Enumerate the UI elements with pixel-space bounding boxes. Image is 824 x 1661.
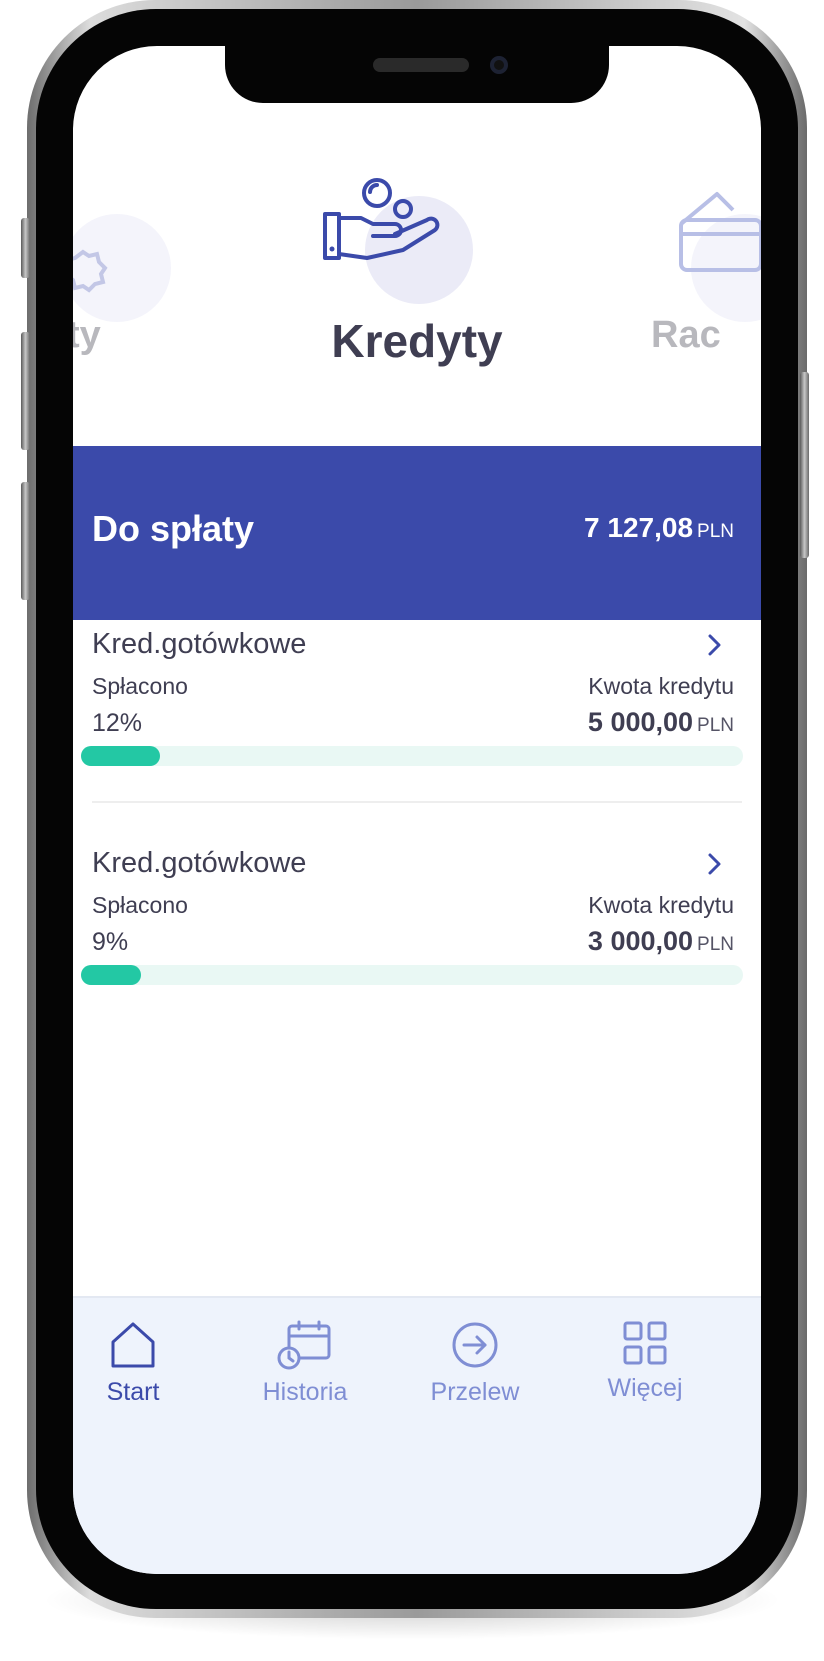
front-camera <box>490 56 508 74</box>
amount-due-number: 7 127,08 <box>584 512 694 543</box>
hand-coins-icon[interactable] <box>323 178 453 268</box>
chevron-right-icon[interactable] <box>705 851 725 877</box>
chevron-right-icon[interactable] <box>705 632 725 658</box>
credit-amount-value: 3 000,00 PLN <box>588 926 734 957</box>
loan-item[interactable]: Kred.gotówkowe Spłacono 12% Kwota kredyt… <box>73 620 761 820</box>
credit-amount-value: 5 000,00 PLN <box>588 707 734 738</box>
category-carousel[interactable]: ty Kredyty Rac <box>73 46 761 446</box>
amount-due-banner: Do spłaty 7 127,08 PLN <box>73 446 761 620</box>
repayment-progress-fill <box>81 746 161 766</box>
tab-more[interactable]: Więcej <box>575 1320 715 1430</box>
amount-due-currency: PLN <box>697 521 734 542</box>
paid-percent: 9% <box>92 928 129 956</box>
amount-due-value: 7 127,08 PLN <box>584 512 734 544</box>
credit-amount-number: 3 000,00 <box>587 926 694 956</box>
phone-notch <box>225 46 609 103</box>
right-card-label[interactable]: Rac <box>651 314 721 357</box>
repayment-progress-fill <box>81 965 141 985</box>
bottom-tab-bar: Start Historia Przelew Więcej <box>73 1296 761 1574</box>
credit-amount-label: Kwota kredytu <box>588 892 734 918</box>
calendar-clock-icon <box>277 1320 331 1370</box>
home-icon <box>111 1322 155 1368</box>
repayment-progress-bar <box>81 746 743 766</box>
credit-amount-number: 5 000,00 <box>587 707 694 737</box>
wallet-icon[interactable] <box>677 186 761 276</box>
credit-amount-label: Kwota kredytu <box>588 673 734 699</box>
silent-switch <box>21 218 30 278</box>
loan-name: Kred.gotówkowe <box>92 847 307 879</box>
gear-icon[interactable] <box>73 242 113 302</box>
paid-percent: 12% <box>92 709 143 737</box>
tab-start[interactable]: Start <box>73 1320 203 1430</box>
paid-label: Spłacono <box>92 892 188 918</box>
app-screen: ty Kredyty Rac Do spłaty 7 127,08 PLN Kr… <box>73 46 761 1574</box>
credit-amount-currency: PLN <box>697 715 734 736</box>
tab-transfer[interactable]: Przelew <box>405 1320 545 1430</box>
amount-due-label: Do spłaty <box>92 508 255 549</box>
tab-history[interactable]: Historia <box>235 1320 375 1430</box>
grid-icon <box>623 1321 667 1365</box>
loan-name: Kred.gotówkowe <box>92 628 307 660</box>
tab-transfer-label: Przelew <box>430 1378 520 1406</box>
loan-item[interactable]: Kred.gotówkowe Spłacono 9% Kwota kredytu… <box>73 839 761 1039</box>
credit-amount-currency: PLN <box>697 934 734 955</box>
speaker-grille <box>373 58 469 72</box>
volume-down-button <box>21 482 30 600</box>
loan-divider <box>92 801 742 803</box>
tab-start-label: Start <box>106 1378 160 1406</box>
power-button <box>800 372 809 558</box>
volume-up-button <box>21 332 30 450</box>
repayment-progress-bar <box>81 965 743 985</box>
left-card-label[interactable]: ty <box>73 314 101 357</box>
active-category-title: Kredyty <box>331 315 503 367</box>
arrow-right-circle-icon <box>452 1322 498 1368</box>
tab-more-label: Więcej <box>607 1374 683 1402</box>
paid-label: Spłacono <box>92 673 188 699</box>
tab-history-label: Historia <box>262 1378 348 1406</box>
